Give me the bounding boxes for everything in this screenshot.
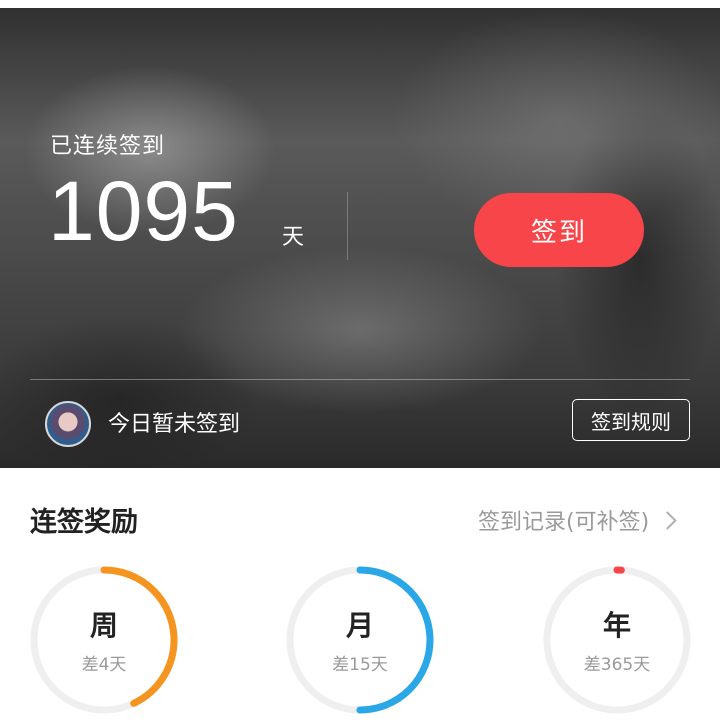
streak-label: 已连续签到: [50, 134, 166, 159]
checkin-record-link[interactable]: 签到记录(可补签): [478, 504, 677, 536]
reward-ring-remaining: 差4天: [81, 655, 127, 675]
reward-ring-label: 年: [602, 609, 631, 642]
reward-ring-month[interactable]: 月 差15天: [286, 566, 434, 714]
reward-ring-remaining: 差15天: [332, 655, 388, 675]
avatar[interactable]: [45, 401, 91, 447]
today-status: 今日暂未签到: [108, 412, 241, 437]
streak-unit: 天: [282, 225, 305, 250]
reward-ring-week[interactable]: 周 差4天: [30, 566, 178, 714]
vertical-divider: [347, 192, 348, 260]
streak-count: 1095: [48, 164, 239, 258]
reward-ring-label: 月: [345, 609, 374, 642]
top-strip: [0, 0, 720, 8]
checkin-button[interactable]: 签到: [474, 193, 644, 267]
reward-ring-year[interactable]: 年 差365天: [543, 566, 691, 714]
chevron-right-icon: [658, 510, 677, 530]
checkin-rules-button[interactable]: 签到规则: [572, 399, 690, 441]
rewards-title: 连签奖励: [30, 507, 138, 538]
reward-ring-remaining: 差365天: [583, 655, 651, 675]
horizontal-divider: [30, 379, 690, 380]
checkin-hero: 已连续签到 1095 天 签到 今日暂未签到 签到规则: [0, 0, 720, 468]
reward-ring-label: 周: [89, 609, 118, 642]
checkin-record-label: 签到记录(可补签): [478, 510, 650, 535]
